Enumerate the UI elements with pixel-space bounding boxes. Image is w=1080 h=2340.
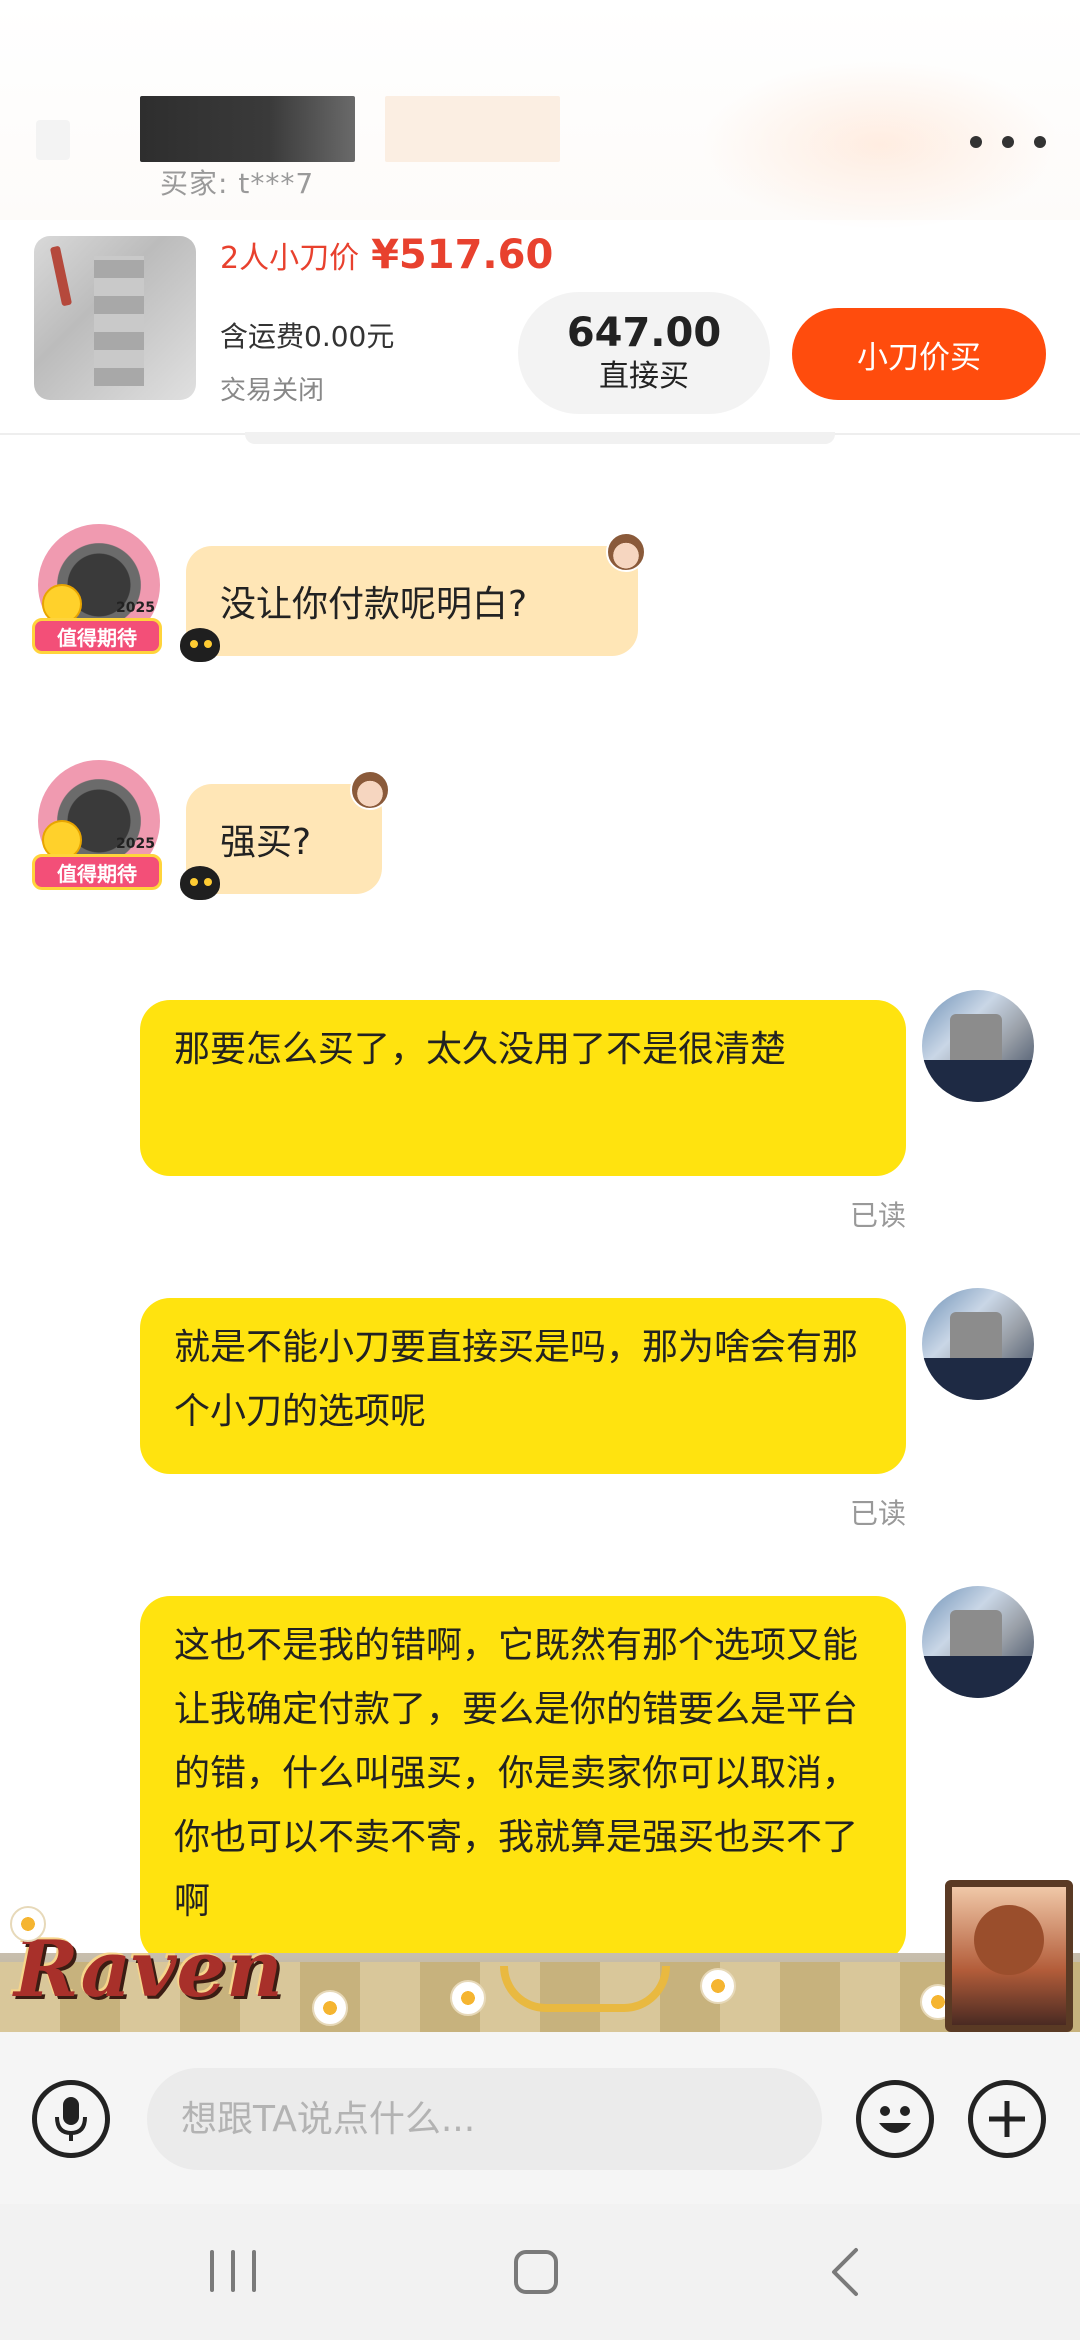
- flower-icon: [450, 1980, 486, 2016]
- read-status: 已读: [849, 1199, 906, 1232]
- flower-icon: [312, 1990, 348, 2026]
- more-dots-icon[interactable]: [970, 120, 1046, 164]
- ribbon-decoration: [500, 1966, 670, 2012]
- direct-buy-label: 直接买: [599, 359, 689, 394]
- message-bubble-self[interactable]: 就是不能小刀要直接买是吗，那为啥会有那个小刀的选项呢: [140, 1298, 906, 1474]
- self-avatar[interactable]: [922, 1288, 1034, 1400]
- back-icon[interactable]: [826, 2246, 866, 2298]
- cut-price-label: 2人小刀价: [220, 241, 360, 276]
- seller-avatar[interactable]: 2025 值得期待: [30, 520, 164, 654]
- message-bubble-seller[interactable]: 没让你付款呢明白?: [186, 546, 638, 656]
- message-input[interactable]: [147, 2068, 822, 2170]
- self-avatar[interactable]: [922, 1586, 1034, 1698]
- shipping-fee: 含运费0.00元: [220, 320, 395, 353]
- cut-price-buy-button[interactable]: 小刀价买: [792, 308, 1046, 400]
- emoji-icon[interactable]: [856, 2080, 934, 2158]
- back-area[interactable]: [36, 120, 70, 160]
- recent-apps-icon[interactable]: [210, 2250, 256, 2292]
- chat-header: 买家: t***7 2人小刀价 ¥517.60 含运费0.00元 交易关闭 64…: [0, 0, 1080, 435]
- avatar-year: 2025: [116, 600, 155, 616]
- portrait-frame: [945, 1880, 1073, 2032]
- plus-icon[interactable]: [968, 2080, 1046, 2158]
- buyer-name: 买家: t***7: [160, 167, 315, 200]
- seller-avatar[interactable]: 2025 值得期待: [30, 756, 164, 890]
- avatar-badge: 值得期待: [32, 854, 162, 890]
- seller-name-redacted: [140, 96, 355, 162]
- avatar-badge: 值得期待: [32, 618, 162, 654]
- previous-message-edge: [245, 432, 835, 444]
- self-avatar[interactable]: [922, 990, 1034, 1102]
- direct-buy-button[interactable]: 647.00 直接买: [518, 292, 770, 414]
- cut-price-line: 2人小刀价 ¥517.60: [220, 232, 553, 278]
- product-thumbnail[interactable]: [34, 236, 196, 400]
- raven-logo: Raven: [14, 1924, 283, 2015]
- home-icon[interactable]: [514, 2250, 558, 2294]
- trade-status: 交易关闭: [220, 376, 325, 406]
- avatar-year: 2025: [116, 836, 155, 852]
- cut-price-value: ¥517.60: [371, 232, 554, 278]
- microphone-icon[interactable]: [32, 2080, 110, 2158]
- flower-icon: [10, 1906, 46, 1942]
- flower-icon: [700, 1968, 736, 2004]
- read-status: 已读: [849, 1497, 906, 1530]
- message-bubble-self[interactable]: 那要怎么买了，太久没用了不是很清楚: [140, 1000, 906, 1176]
- black-cat-icon: [180, 628, 220, 662]
- black-cat-icon: [180, 866, 220, 900]
- seller-tag-redacted: [385, 96, 560, 162]
- chibi-sticker-icon: [606, 532, 646, 572]
- chibi-sticker-icon: [350, 770, 390, 810]
- direct-buy-price: 647.00: [566, 310, 722, 356]
